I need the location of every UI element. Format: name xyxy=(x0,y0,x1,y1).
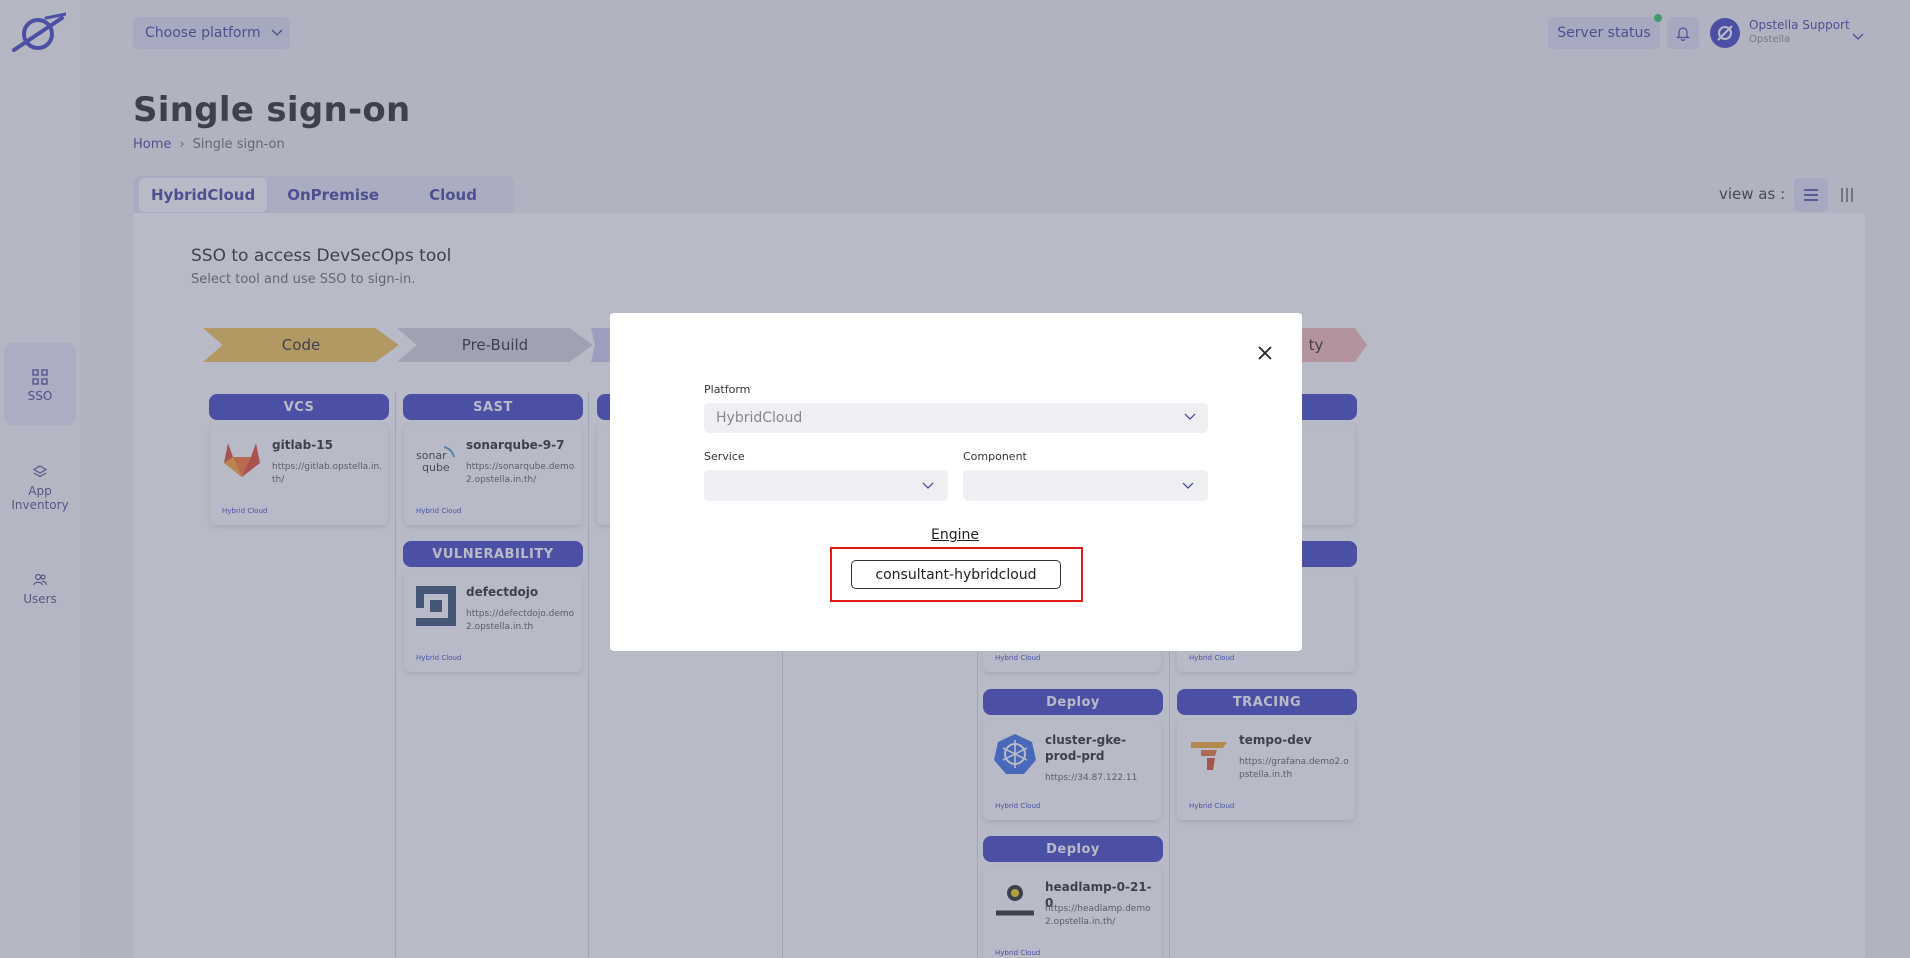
engine-label: Engine xyxy=(931,527,979,543)
platform-select[interactable]: HybridCloud xyxy=(704,403,1208,433)
component-label: Component xyxy=(963,450,1027,463)
platform-label: Platform xyxy=(704,383,751,396)
service-select[interactable] xyxy=(704,470,948,501)
component-select[interactable] xyxy=(963,470,1208,501)
chevron-down-icon xyxy=(1184,413,1196,420)
chevron-down-icon xyxy=(922,482,934,489)
platform-select-value: HybridCloud xyxy=(716,410,803,426)
service-label: Service xyxy=(704,450,745,463)
modal-close-button[interactable] xyxy=(1254,342,1276,364)
close-icon xyxy=(1258,346,1272,360)
engine-option-button[interactable]: consultant-hybridcloud xyxy=(851,560,1061,589)
chevron-down-icon xyxy=(1182,482,1194,489)
